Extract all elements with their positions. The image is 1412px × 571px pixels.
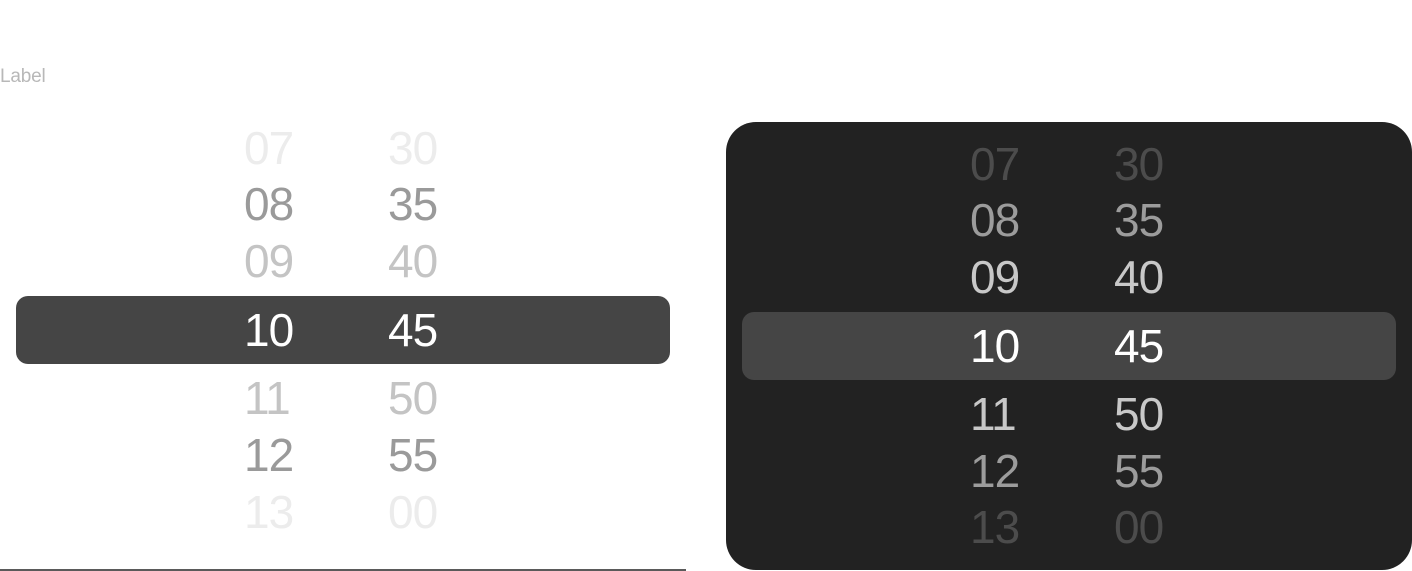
hour-option[interactable]: 13: [244, 484, 334, 540]
hour-option[interactable]: 13: [970, 499, 1060, 555]
hour-option[interactable]: 12: [970, 443, 1060, 499]
minute-option[interactable]: 55: [1114, 443, 1204, 499]
hour-option[interactable]: 08: [970, 192, 1060, 248]
minute-option[interactable]: 35: [1114, 192, 1204, 248]
minute-option[interactable]: 50: [1114, 386, 1204, 442]
minute-option[interactable]: 55: [388, 427, 478, 483]
selection-highlight: [742, 312, 1396, 380]
selected-hour[interactable]: 10: [970, 318, 1060, 374]
selected-minute[interactable]: 45: [1114, 318, 1204, 374]
minute-option[interactable]: 30: [388, 120, 478, 176]
time-picker-showcase: Label 07 08 09 10 11 12 13 30 35 40 45 5…: [0, 0, 1412, 571]
minute-wheel[interactable]: 30 35 40 45 50 55 00: [1114, 122, 1204, 570]
selected-hour[interactable]: 10: [244, 302, 334, 358]
hour-option[interactable]: 11: [970, 386, 1060, 442]
minute-option[interactable]: 40: [1114, 249, 1204, 305]
selected-minute[interactable]: 45: [388, 302, 478, 358]
hour-option[interactable]: 09: [970, 249, 1060, 305]
hour-option[interactable]: 09: [244, 233, 334, 289]
hour-option[interactable]: 07: [970, 136, 1060, 192]
light-time-picker[interactable]: 07 08 09 10 11 12 13 30 35 40 45 50 55 0…: [0, 118, 686, 571]
hour-option[interactable]: 08: [244, 176, 334, 232]
hour-wheel[interactable]: 07 08 09 10 11 12 13: [970, 122, 1060, 570]
minute-option[interactable]: 00: [1114, 499, 1204, 555]
minute-wheel[interactable]: 30 35 40 45 50 55 00: [388, 118, 478, 571]
field-label: Label: [0, 66, 46, 87]
minute-option[interactable]: 50: [388, 370, 478, 426]
minute-option[interactable]: 00: [388, 484, 478, 540]
hour-wheel[interactable]: 07 08 09 10 11 12 13: [244, 118, 334, 571]
hour-option[interactable]: 11: [244, 370, 334, 426]
minute-option[interactable]: 40: [388, 233, 478, 289]
selection-highlight: [16, 296, 670, 364]
hour-option[interactable]: 07: [244, 120, 334, 176]
minute-option[interactable]: 30: [1114, 136, 1204, 192]
dark-time-picker[interactable]: 07 08 09 10 11 12 13 30 35 40 45 50 55 0…: [726, 122, 1412, 570]
minute-option[interactable]: 35: [388, 176, 478, 232]
hour-option[interactable]: 12: [244, 427, 334, 483]
